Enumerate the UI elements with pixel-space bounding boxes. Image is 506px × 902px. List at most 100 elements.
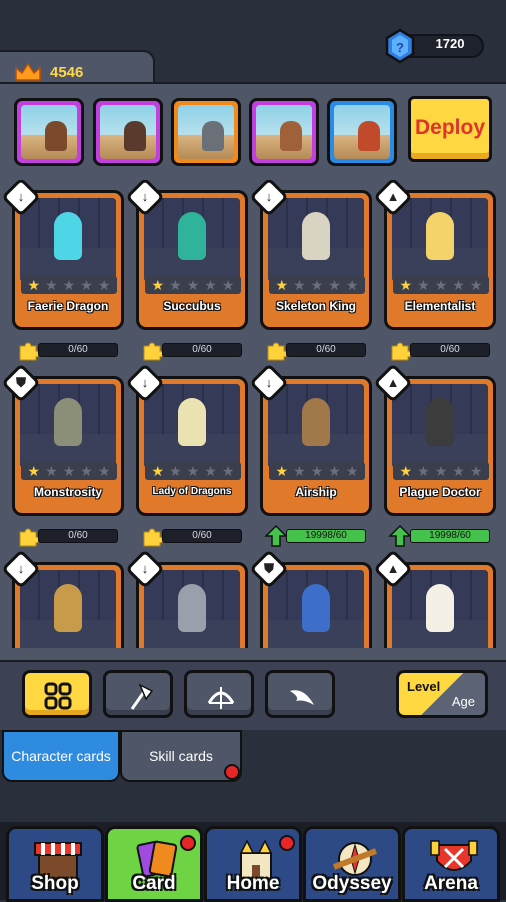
card-name: Elementalist	[404, 299, 476, 313]
nav-odyssey[interactable]: Odyssey	[303, 826, 401, 902]
crown-icon	[15, 62, 41, 81]
star-icon: ★	[221, 463, 235, 479]
card-type-tabs: Character cards Skill cards	[0, 730, 506, 826]
deploy-button[interactable]: Deploy	[408, 96, 492, 162]
team-slot-4[interactable]	[249, 98, 319, 166]
card-stars: ★ ★ ★ ★ ★	[21, 276, 117, 294]
star-icon: ★	[328, 463, 341, 479]
star-icon: ★	[275, 463, 289, 479]
filter-all-button[interactable]	[22, 670, 92, 718]
star-icon: ★	[169, 463, 182, 479]
nav-label: Arena	[424, 873, 478, 894]
nav-card[interactable]: Card	[105, 826, 203, 902]
star-icon: ★	[169, 277, 182, 293]
team-slot-2[interactable]	[93, 98, 163, 166]
star-icon: ★	[417, 463, 430, 479]
notification-dot	[279, 835, 295, 851]
character-card[interactable]: ★★★★★▲	[373, 549, 496, 648]
character-card[interactable]: ★ ★ ★ ★ ★ Plague Doctor ▲	[373, 363, 496, 516]
character-card[interactable]: ★ ★ ★ ★ ★ Lady of Dragons ↓	[125, 363, 248, 516]
character-card[interactable]: ★★★★★↓	[1, 549, 124, 648]
card-character-figure	[178, 584, 206, 632]
team-slot-5[interactable]	[327, 98, 397, 166]
character-card[interactable]: ★ ★ ★ ★ ★ Elementalist ▲	[373, 180, 496, 330]
nav-label: Card	[132, 873, 176, 894]
card-character-figure	[426, 212, 454, 260]
star-icon: ★	[221, 277, 235, 293]
star-icon: ★	[452, 277, 465, 293]
star-icon: ★	[62, 277, 76, 293]
puzzle-piece-icon	[19, 528, 40, 547]
card-stars: ★ ★ ★ ★ ★	[393, 276, 489, 294]
character-card[interactable]: ★ ★ ★ ★ ★ Faerie Dragon ↓	[1, 180, 124, 330]
puzzle-piece-icon	[143, 342, 164, 361]
card-art	[268, 198, 364, 282]
gem-count: 1720	[435, 36, 465, 51]
team-slot-3[interactable]	[171, 98, 241, 166]
character-card[interactable]: ★ ★ ★ ★ ★ Monstrosity ⛊	[1, 363, 124, 516]
crown-count: 4546	[50, 64, 84, 81]
top-bar: ? 1720 4546	[0, 0, 506, 90]
star-icon: ★	[434, 463, 448, 479]
nav-label: Home	[226, 873, 280, 894]
card-progress: 0/60	[16, 342, 124, 361]
sort-age-label: Age	[451, 694, 475, 709]
card-stars: ★ ★ ★ ★ ★	[21, 462, 117, 480]
character-card[interactable]: ★ ★ ★ ★ ★ Airship ↓	[249, 363, 372, 516]
card-character-figure	[54, 212, 82, 260]
card-character-figure	[54, 398, 82, 446]
card-character-figure	[302, 398, 330, 446]
filter-bar: Level Age	[0, 660, 506, 730]
card-progress-text: 0/60	[192, 530, 212, 541]
nav-shop[interactable]: Shop	[6, 826, 104, 902]
card-progress-text: 0/60	[440, 344, 460, 355]
team-slot-1[interactable]	[14, 98, 84, 166]
card-progress-text: 19998/60	[429, 530, 471, 541]
grid-icon	[44, 682, 72, 710]
character-card[interactable]: ★★★★★↓	[125, 549, 248, 648]
star-icon: ★	[345, 277, 359, 293]
star-icon: ★	[469, 463, 483, 479]
card-progress: 19998/60	[264, 524, 372, 547]
star-icon: ★	[293, 277, 306, 293]
card-stars: ★ ★ ★ ★ ★	[145, 276, 241, 294]
star-icon: ★	[452, 463, 465, 479]
card-character-figure	[178, 398, 206, 446]
card-character-figure	[302, 212, 330, 260]
sort-level-age-button[interactable]: Level Age	[396, 670, 488, 718]
nav-home[interactable]: Home	[204, 826, 302, 902]
card-progress: 19998/60	[388, 524, 496, 547]
notification-dot	[180, 835, 196, 851]
star-icon: ★	[275, 277, 289, 293]
filter-warrior-button[interactable]	[103, 670, 173, 718]
card-art	[392, 384, 488, 468]
svg-text:?: ?	[396, 40, 404, 55]
star-icon: ★	[186, 277, 200, 293]
axe-icon	[130, 683, 154, 710]
blue-gem-icon: ?	[385, 28, 415, 64]
character-card[interactable]: ★ ★ ★ ★ ★ Skeleton King ↓	[249, 180, 372, 330]
card-art	[20, 198, 116, 282]
card-art	[20, 570, 116, 648]
card-stars: ★ ★ ★ ★ ★	[269, 276, 365, 294]
star-icon: ★	[345, 463, 359, 479]
star-icon: ★	[45, 463, 58, 479]
filter-archer-button[interactable]	[184, 670, 254, 718]
card-art	[392, 198, 488, 282]
character-card[interactable]: ★ ★ ★ ★ ★ Succubus ↓	[125, 180, 248, 330]
card-art	[268, 384, 364, 468]
nav-label: Odyssey	[312, 873, 392, 894]
card-progress-text: 0/60	[316, 344, 336, 355]
star-icon: ★	[186, 463, 200, 479]
character-card[interactable]: ★★★★★⛊	[249, 549, 372, 648]
card-progress: 0/60	[140, 528, 248, 547]
card-stars: ★ ★ ★ ★ ★	[145, 462, 241, 480]
puzzle-piece-icon	[391, 342, 412, 361]
card-character-figure	[302, 584, 330, 632]
filter-support-button[interactable]	[265, 670, 335, 718]
nav-arena[interactable]: Arena	[402, 826, 500, 902]
bottom-nav: Shop Card Home Odyssey Arena	[0, 822, 506, 902]
nav-label: Shop	[31, 873, 79, 894]
tab-character-cards[interactable]: Character cards	[2, 730, 120, 782]
star-icon: ★	[45, 277, 58, 293]
